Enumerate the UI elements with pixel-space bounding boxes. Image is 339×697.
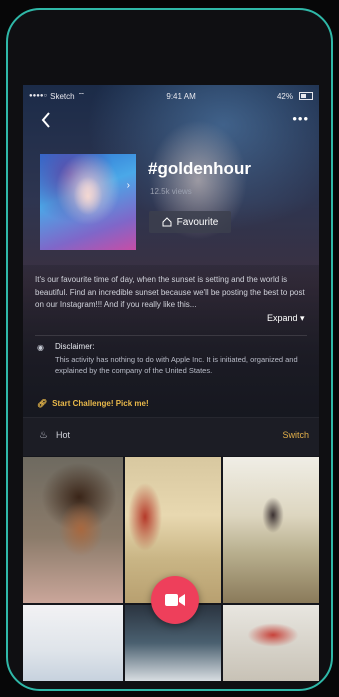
info-icon: ◉: [37, 343, 44, 352]
video-thumbnail[interactable]: [223, 605, 319, 681]
start-challenge-label: Start Challenge! Pick me!: [52, 399, 149, 408]
challenge-title: #goldenhour: [148, 159, 251, 178]
video-grid: [23, 455, 319, 681]
chevron-right-icon: ›: [126, 180, 130, 191]
app-screen: ●●●●○ Sketch ⌔ 9:41 AM 42% ••• › #golden…: [23, 85, 319, 681]
view-count: 12.5k views: [150, 187, 192, 196]
link-icon: 🔗︎: [37, 399, 48, 408]
chevron-left-icon: [41, 112, 50, 128]
video-thumbnail[interactable]: [23, 605, 123, 681]
video-camera-icon: [165, 594, 185, 606]
challenge-cover-image[interactable]: ›: [40, 154, 136, 250]
record-button[interactable]: [151, 576, 199, 624]
carrier-label: Sketch: [50, 91, 75, 101]
feed-header: ♨ Hot Switch: [23, 417, 319, 456]
phone-frame: ●●●●○ Sketch ⌔ 9:41 AM 42% ••• › #golden…: [6, 8, 333, 691]
status-bar: ●●●●○ Sketch ⌔ 9:41 AM 42%: [29, 90, 313, 102]
clock: 9:41 AM: [166, 91, 196, 101]
start-challenge-link[interactable]: 🔗︎ Start Challenge! Pick me!: [37, 399, 149, 408]
more-horizontal-icon: •••: [292, 111, 309, 126]
flame-icon: ♨: [39, 430, 48, 441]
wifi-icon: ⌔: [77, 91, 86, 100]
signal-icon: ●●●●○: [29, 93, 48, 99]
disclaimer-title: Disclaimer:: [55, 342, 95, 351]
switch-button[interactable]: Switch: [282, 430, 309, 440]
divider: [35, 335, 307, 336]
favourite-label: Favourite: [176, 216, 219, 228]
disclaimer-text: This activity has nothing to do with App…: [55, 355, 298, 375]
video-thumbnail[interactable]: [23, 457, 123, 603]
back-button[interactable]: [41, 112, 51, 132]
battery-percent: 42%: [276, 91, 293, 101]
more-button[interactable]: •••: [292, 111, 309, 126]
hot-tab[interactable]: Hot: [56, 430, 70, 440]
challenge-description: It's our favourite time of day, when the…: [35, 275, 305, 309]
battery-icon: [299, 92, 313, 100]
home-icon: [162, 217, 172, 227]
video-thumbnail[interactable]: [223, 457, 319, 603]
expand-button[interactable]: Expand ▾: [267, 313, 305, 324]
hero-background: ●●●●○ Sketch ⌔ 9:41 AM 42% ••• › #golden…: [23, 85, 319, 417]
favourite-button[interactable]: Favourite: [149, 211, 231, 233]
